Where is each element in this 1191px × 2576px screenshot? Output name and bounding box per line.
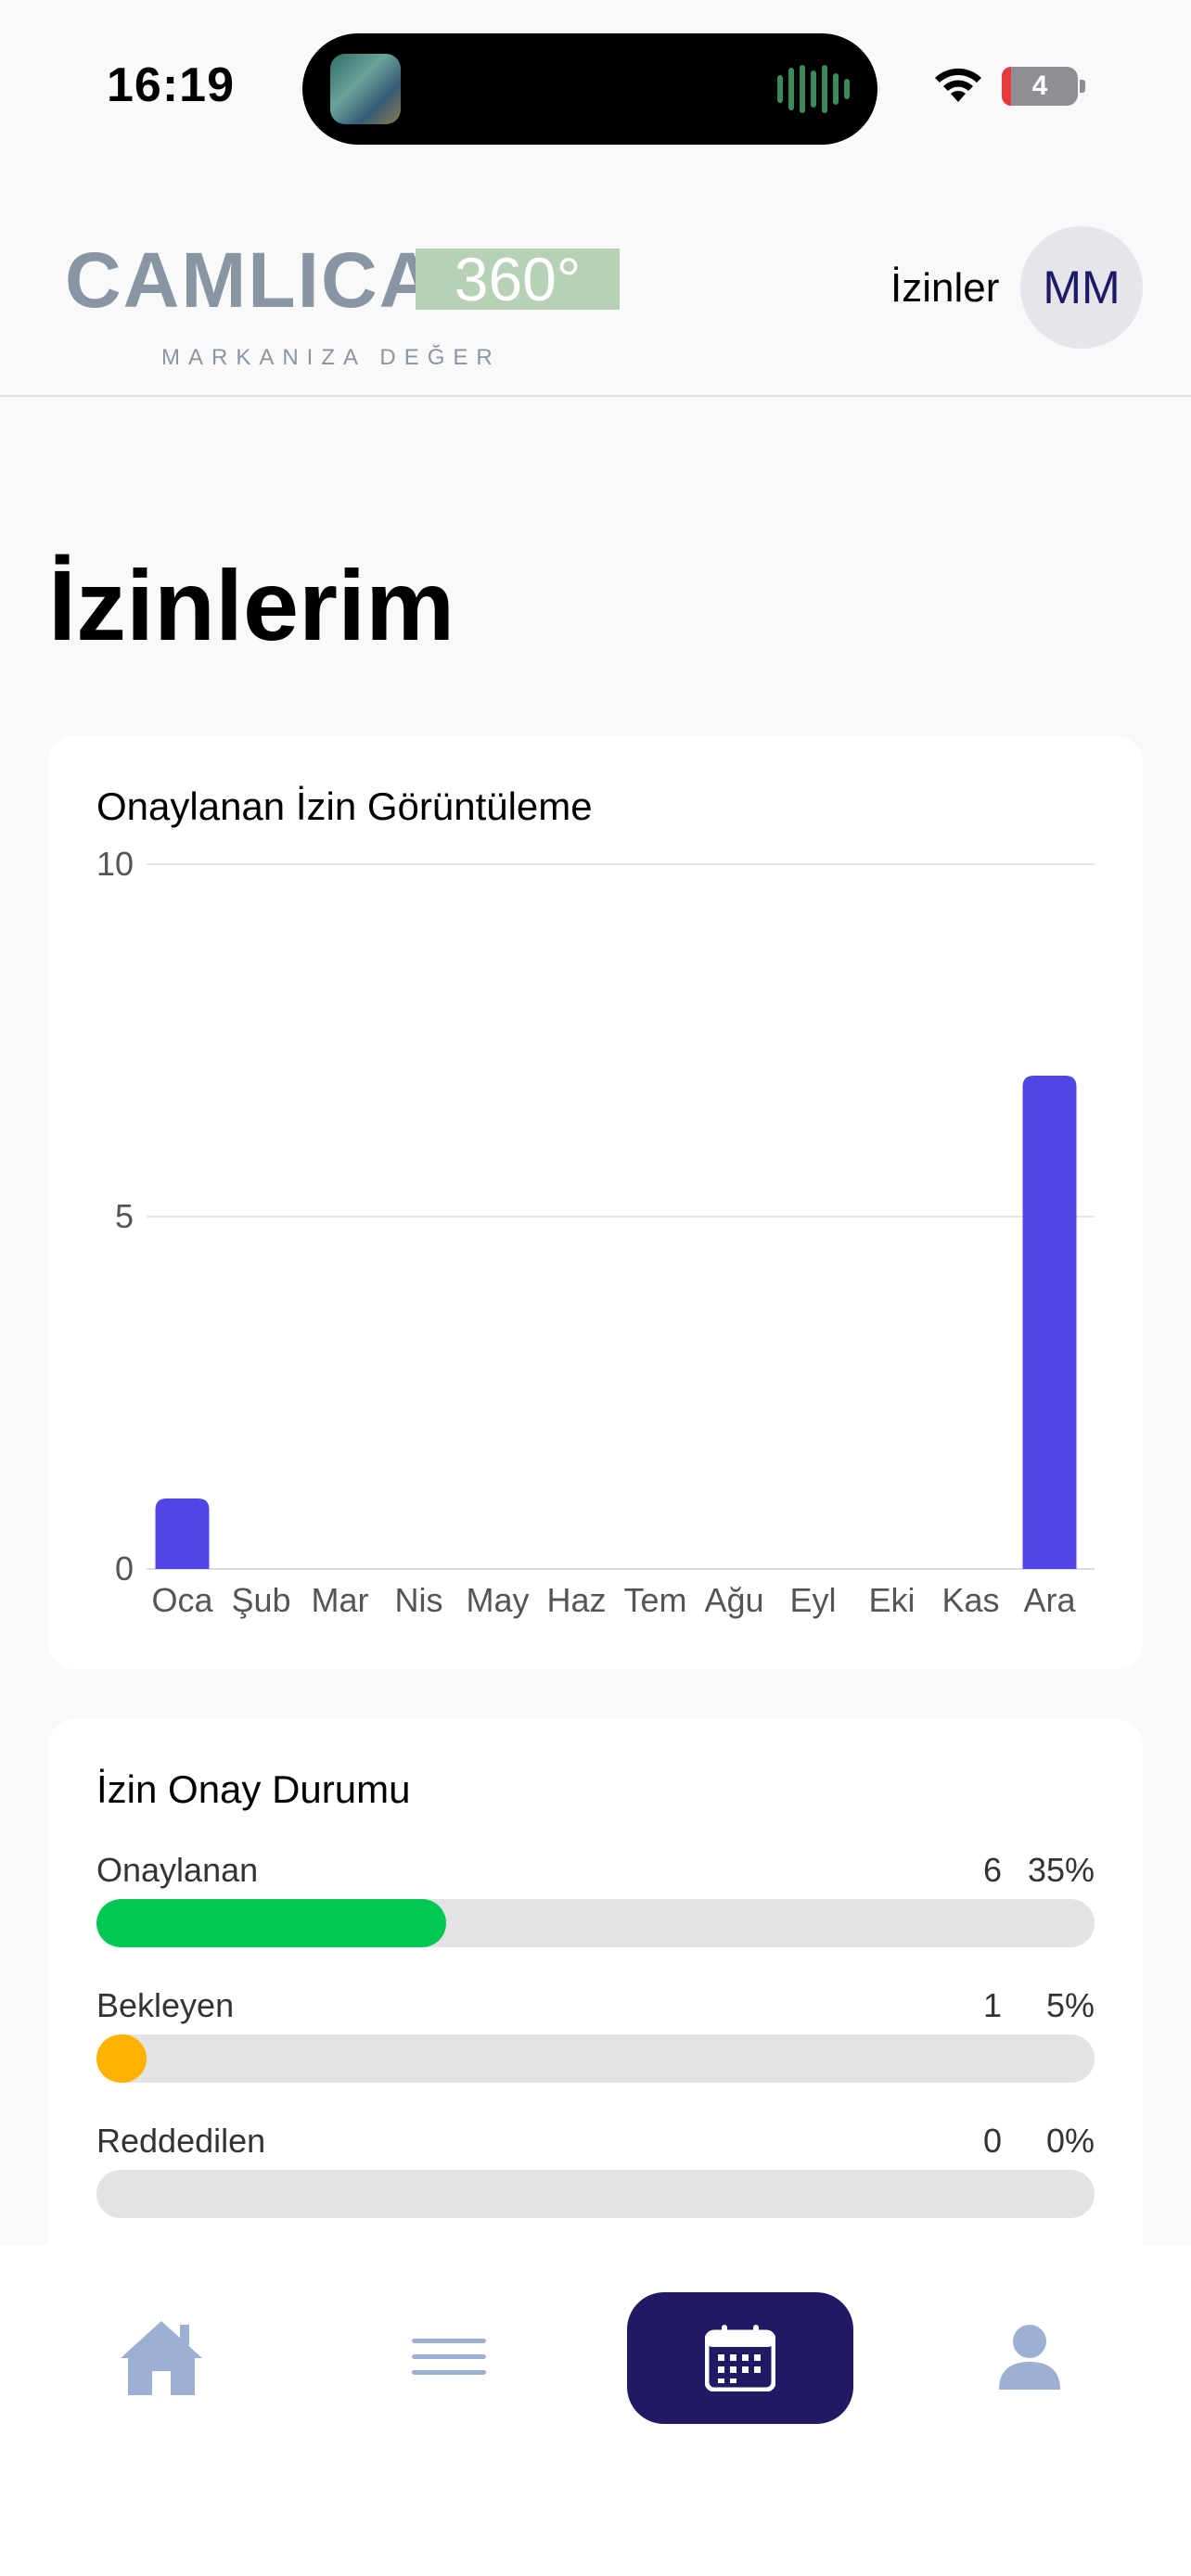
status-row-pending: Bekleyen 1 5% xyxy=(96,1986,1095,2088)
calendar-icon xyxy=(705,2325,775,2391)
progress-track xyxy=(96,1899,1095,1947)
x-tick-label: Ağu xyxy=(704,1581,763,1619)
status-percent: 5% xyxy=(1045,1986,1095,2024)
bottom-tab-bar xyxy=(0,2246,1191,2576)
bar[interactable] xyxy=(155,1498,210,1569)
status-row-rejected: Reddedilen 0 0% xyxy=(96,2122,1095,2224)
x-tick-label: Ara xyxy=(1023,1581,1076,1619)
status-percent: 0% xyxy=(1045,2122,1095,2160)
progress-fill xyxy=(96,1899,446,1947)
x-tick-label: Nis xyxy=(395,1581,443,1619)
tab-calendar[interactable] xyxy=(627,2292,853,2424)
leave-chart-card: Onaylanan İzin Görüntüleme 0 5 10 Oca Şub Mar… xyxy=(48,736,1143,1669)
status-label: Bekleyen xyxy=(96,1986,235,2024)
page-title: İzinlerim xyxy=(48,549,455,661)
progress-fill xyxy=(96,2034,147,2083)
status-row-approved: Onaylanan 6 35% xyxy=(96,1851,1095,1953)
approval-status-card: İzin Onay Durumu Onaylanan 6 35% Bekleye… xyxy=(48,1719,1143,2276)
x-tick-label: Tem xyxy=(623,1581,686,1619)
status-percent: 35% xyxy=(1027,1851,1095,1889)
tab-menu[interactable] xyxy=(384,2292,514,2422)
profile-icon xyxy=(999,2325,1060,2390)
status-time: 16:19 xyxy=(107,58,235,112)
x-tick-label: Oca xyxy=(151,1581,213,1619)
status-count: 6 xyxy=(982,1851,1002,1889)
menu-icon xyxy=(412,2339,486,2375)
x-tick-label: Mar xyxy=(312,1581,369,1619)
header-nav-label[interactable]: İzinler xyxy=(890,265,999,312)
status-label: Onaylanan xyxy=(96,1851,259,1889)
logo-tagline: MARKANIZA DEĞER xyxy=(161,345,501,370)
x-tick-label: Haz xyxy=(546,1581,606,1619)
logo-wordmark: CAMLICA xyxy=(65,236,438,324)
y-tick-label: 5 xyxy=(115,1197,134,1235)
leave-bar-chart: 0 5 10 Oca Şub Mar Nis May Haz Tem Ağu Eyl Eki Kas Ara xyxy=(96,845,1095,1619)
y-tick-label: 0 xyxy=(115,1549,134,1588)
battery-tip xyxy=(1080,80,1085,93)
home-icon xyxy=(121,2321,202,2395)
status-count: 1 xyxy=(982,1986,1002,2024)
status-count: 0 xyxy=(982,2122,1002,2160)
wifi-icon xyxy=(935,68,981,102)
dynamic-island[interactable] xyxy=(302,33,877,145)
status-bar: 16:19 4 xyxy=(0,0,1191,176)
status-label: Reddedilen xyxy=(96,2122,266,2160)
x-tick-label: Eki xyxy=(868,1581,915,1619)
status-card-title: İzin Onay Durumu xyxy=(96,1767,411,1811)
avatar[interactable]: MM xyxy=(1020,226,1143,349)
x-tick-label: Şub xyxy=(231,1581,290,1619)
logo-badge: 360° xyxy=(416,249,620,310)
audio-waveform-icon xyxy=(777,65,850,113)
bar[interactable] xyxy=(1022,1076,1077,1569)
x-tick-label: Eyl xyxy=(789,1581,836,1619)
battery-icon: 4 xyxy=(1002,67,1078,106)
tab-profile[interactable] xyxy=(965,2292,1095,2422)
battery-level: 4 xyxy=(1031,70,1048,101)
progress-track xyxy=(96,2034,1095,2083)
app-header: CAMLICA 360° MARKANIZA DEĞER İzinler MM xyxy=(0,204,1191,397)
y-tick-label: 10 xyxy=(96,845,134,883)
x-tick-label: Kas xyxy=(941,1581,999,1619)
x-tick-label: May xyxy=(466,1581,529,1619)
progress-track xyxy=(96,2170,1095,2218)
tab-home[interactable] xyxy=(96,2292,226,2422)
now-playing-artwork xyxy=(330,54,401,124)
